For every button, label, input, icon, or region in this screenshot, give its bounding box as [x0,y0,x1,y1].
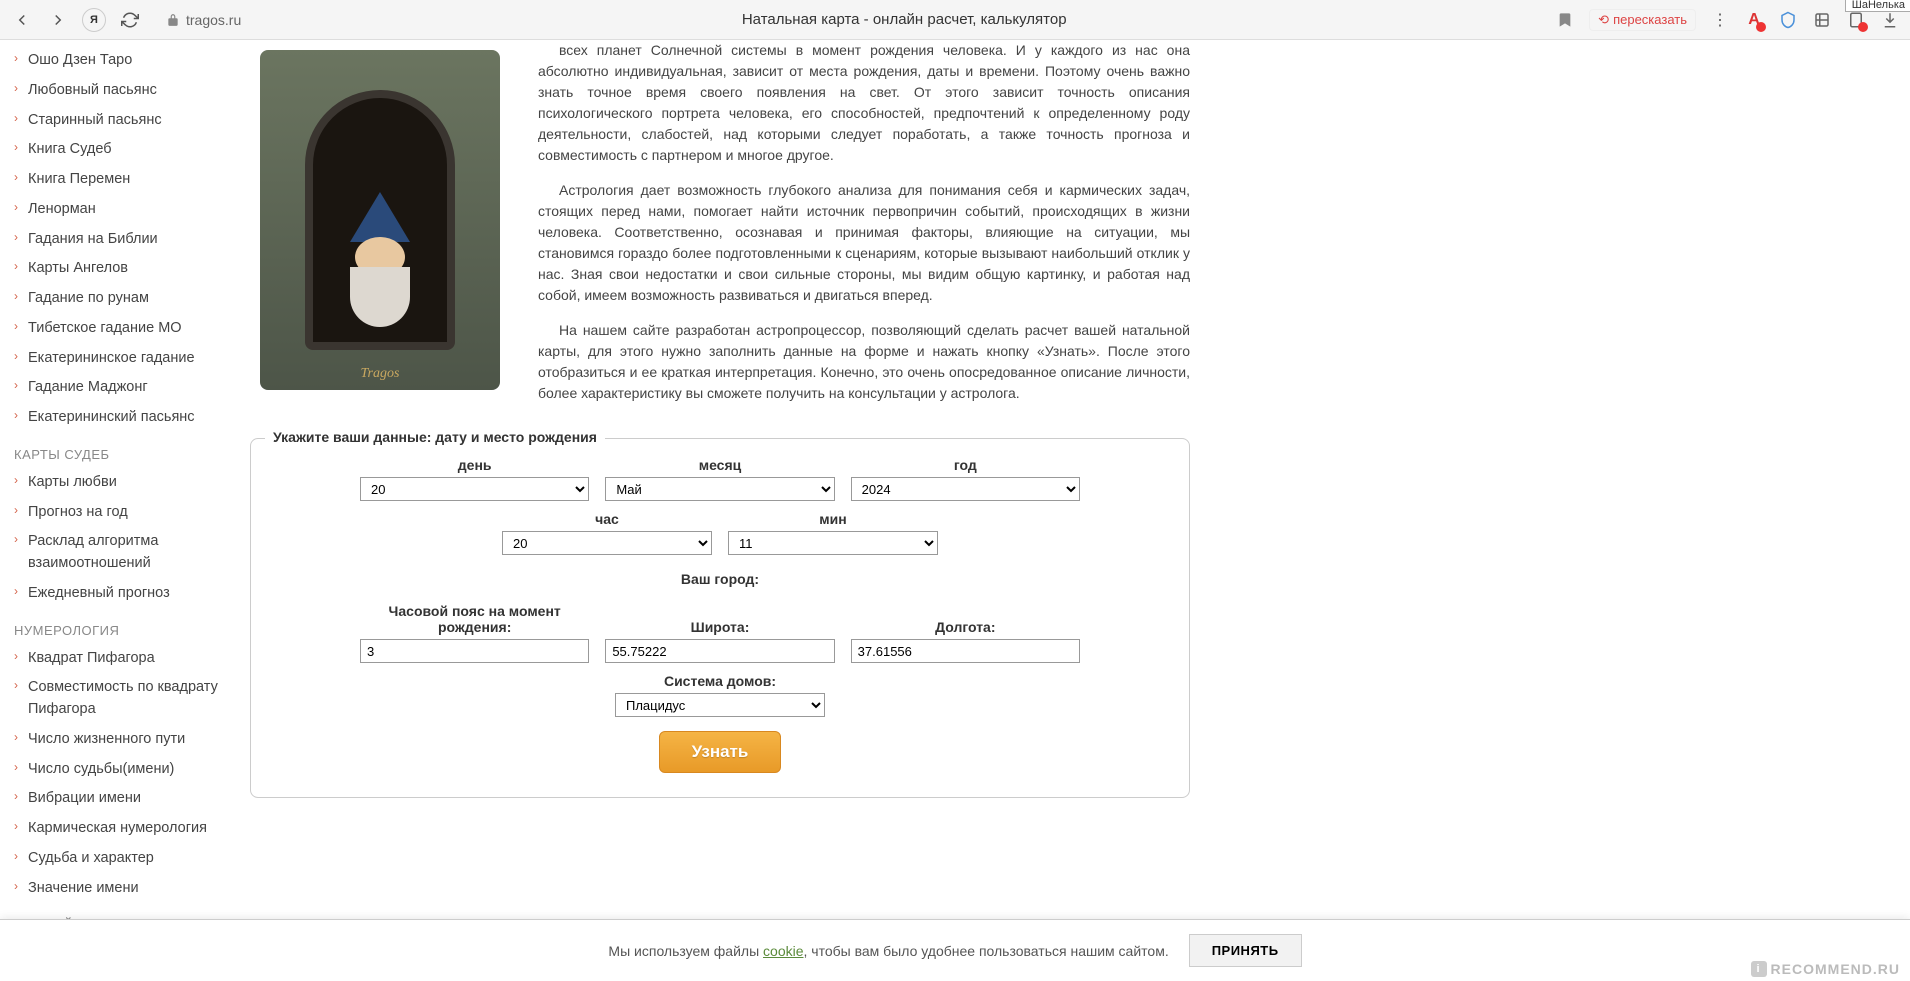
menu-dots-icon[interactable]: ⋮ [1710,10,1730,30]
bookmark-icon[interactable] [1555,10,1575,30]
forward-button[interactable] [46,8,70,32]
sidebar-heading: КАРТЫ СУДЕБ [14,447,230,462]
hour-label: час [502,511,712,527]
sidebar-item[interactable]: Ленорман [28,195,230,225]
astrologer-illustration: Tragos [250,40,510,400]
lat-label: Широта: [605,619,834,635]
lat-input[interactable] [605,639,834,663]
tz-label: Часовой пояс на момент рождения: [360,603,589,635]
watermark: iRECOMMEND.RU [1751,961,1900,977]
image-caption: Tragos [361,366,400,382]
sidebar-item[interactable]: Расклад алгоритма взаимоотношений [28,527,230,579]
min-label: мин [728,511,938,527]
retell-icon: ⟲ [1598,12,1609,28]
article-text: всех планет Солнечной системы в момент р… [538,40,1190,418]
adblock-icon[interactable]: A [1744,10,1764,30]
sidebar-item[interactable]: Квадрат Пифагора [28,644,230,674]
sidebar-item[interactable]: Любовный пасьянс [28,76,230,106]
sidebar-item[interactable]: Ежедневный прогноз [28,579,230,609]
submit-button[interactable]: Узнать [659,731,782,773]
lon-label: Долгота: [851,619,1080,635]
hour-select[interactable]: 20 [502,531,712,555]
sidebar-item[interactable]: Вибрации имени [28,784,230,814]
retell-button[interactable]: ⟲ пересказать [1589,9,1696,31]
tz-input[interactable] [360,639,589,663]
sidebar-item[interactable]: Гадания на Библии [28,225,230,255]
sidebar-item[interactable]: Судьба и характер [28,844,230,874]
cookie-link[interactable]: cookie [763,943,803,959]
min-select[interactable]: 11 [728,531,938,555]
paragraph-3: На нашем сайте разработан астропроцессор… [538,320,1190,404]
main-content: Tragos всех планет Солнечной системы в м… [240,40,1220,958]
user-tag: ШаНелька [1845,0,1910,12]
sidebar-item[interactable]: Число жизненного пути [28,725,230,755]
form-legend: Укажите ваши данные: дату и место рожден… [265,429,605,445]
sidebar-item[interactable]: Карты любви [28,468,230,498]
birth-data-form: Укажите ваши данные: дату и место рожден… [250,438,1190,798]
month-label: месяц [605,457,834,473]
sidebar-item[interactable]: Старинный пасьянс [28,106,230,136]
cookie-accept-button[interactable]: ПРИНЯТЬ [1189,934,1302,967]
reload-button[interactable] [118,8,142,32]
sidebar-item[interactable]: Гадание по рунам [28,284,230,314]
sidebar-item[interactable]: Значение имени [28,874,230,904]
year-select[interactable]: 2024 [851,477,1080,501]
day-select[interactable]: 20 [360,477,589,501]
sidebar-item[interactable]: Екатерининское гадание [28,344,230,374]
city-label: Ваш город: [681,571,759,587]
lock-icon [166,13,180,27]
sidebar-heading: НУМЕРОЛОГИЯ [14,623,230,638]
sidebar-item[interactable]: Карты Ангелов [28,254,230,284]
sidebar-item[interactable]: Тибетское гадание МО [28,314,230,344]
house-label: Система домов: [615,673,825,689]
city-row: Ваш город: [360,565,1080,593]
sidebar-item[interactable]: Кармическая нумерология [28,814,230,844]
sidebar: Ошо Дзен ТароЛюбовный пасьянсСтаринный п… [0,40,240,958]
yandex-logo[interactable]: Я [82,8,106,32]
cookie-banner: Мы используем файлы cookie, чтобы вам бы… [0,919,1910,981]
cookie-text: Мы используем файлы cookie, чтобы вам бы… [608,943,1168,959]
url-text: tragos.ru [186,12,241,28]
paragraph-2: Астрология дает возможность глубокого ан… [538,180,1190,306]
sidebar-item[interactable]: Гадание Маджонг [28,373,230,403]
year-label: год [851,457,1080,473]
sidebar-item[interactable]: Книга Перемен [28,165,230,195]
day-label: день [360,457,589,473]
back-button[interactable] [10,8,34,32]
downloads-icon[interactable] [1846,10,1866,30]
address-bar[interactable]: tragos.ru [154,8,253,32]
house-select[interactable]: Плацидус [615,693,825,717]
extensions-icon[interactable] [1812,10,1832,30]
sidebar-item[interactable]: Книга Судеб [28,135,230,165]
sidebar-item[interactable]: Совместимость по квадрату Пифагора [28,673,230,725]
browser-chrome: Я tragos.ru Натальная карта - онлайн рас… [0,0,1910,40]
sidebar-item[interactable]: Прогноз на год [28,498,230,528]
sidebar-item[interactable]: Ошо Дзен Таро [28,46,230,76]
month-select[interactable]: Май [605,477,834,501]
retell-label: пересказать [1613,12,1687,27]
shield-icon[interactable] [1778,10,1798,30]
paragraph-1: всех планет Солнечной системы в момент р… [538,40,1190,166]
sidebar-item[interactable]: Число судьбы(имени) [28,755,230,785]
sidebar-item[interactable]: Екатерининский пасьянс [28,403,230,433]
lon-input[interactable] [851,639,1080,663]
download-arrow-icon[interactable] [1880,10,1900,30]
page-title: Натальная карта - онлайн расчет, калькул… [265,11,1543,28]
